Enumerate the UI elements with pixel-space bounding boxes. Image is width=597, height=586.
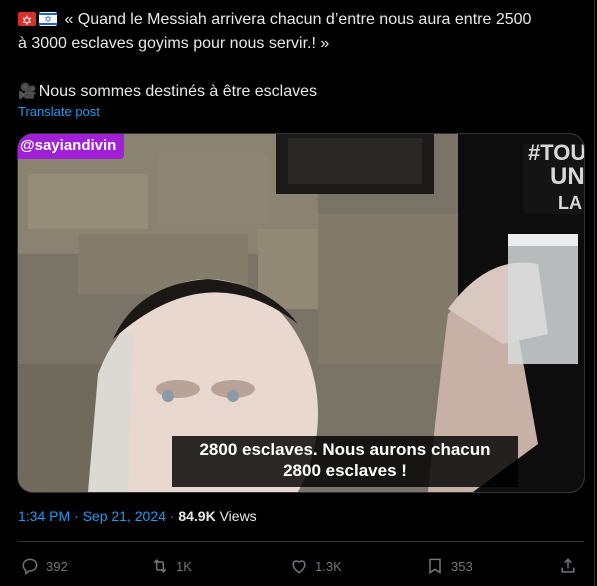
reply-count: 392 [46, 558, 68, 574]
video-media[interactable]: #TOU UN LA @sayiandivin 2800 esclaves. N… [17, 133, 585, 493]
svg-text:UN: UN [550, 163, 584, 190]
share-button[interactable] [558, 556, 584, 576]
views-count: 84.9K [178, 508, 216, 524]
post-time-link[interactable]: 1:34 PM · Sep 21, 2024 [18, 508, 166, 524]
subtitle-line-2: 2800 esclaves ! [283, 461, 407, 480]
svg-text:LA: LA [558, 193, 582, 213]
meta-separator: · [74, 508, 79, 524]
video-subtitle: 2800 esclaves. Nous aurons chacun 2800 e… [172, 436, 518, 487]
subtitle-line-1: 2800 esclaves. Nous aurons chacun [199, 440, 491, 459]
translate-post-link[interactable]: Translate post [18, 104, 100, 119]
bookmark-button[interactable]: 353 [425, 556, 473, 576]
video-camera-icon: 🎥 [18, 83, 37, 100]
tweet-line-1: ✡ « Quand le Messiah arrivera chacun d’e… [18, 8, 588, 32]
tweet-line-3: 🎥 Nous sommes destinés à être esclaves [18, 80, 588, 104]
video-handle-tag: @sayiandivin [18, 134, 125, 159]
post-meta: 1:34 PM · Sep 21, 2024 · 84.9K Views [18, 508, 257, 524]
bookmark-count: 353 [451, 558, 473, 574]
tweet-text-line-1: « Quand le Messiah arrivera chacun d’ent… [64, 11, 532, 28]
like-count: 1.3K [315, 558, 342, 574]
retweet-count: 1K [176, 558, 192, 574]
retweet-button[interactable]: 1K [150, 556, 192, 576]
tweet-text-line-2: à 3000 esclaves goyims pour nous servir.… [18, 35, 330, 52]
jewish-star-flag-icon [18, 12, 36, 26]
reply-icon [22, 558, 38, 575]
tweet-text: ✡ « Quand le Messiah arrivera chacun d’e… [18, 8, 588, 104]
retweet-icon [153, 559, 167, 573]
svg-text:#TOU: #TOU [528, 140, 584, 165]
divider [18, 541, 584, 542]
frame-border [594, 0, 595, 586]
reply-button[interactable]: 392 [20, 556, 68, 576]
action-bar: 392 1K 1.3K 353 [20, 556, 580, 580]
meta-separator-2: · [169, 508, 175, 524]
like-button[interactable]: 1.3K [289, 556, 342, 576]
israel-flag-icon: ✡ [39, 12, 57, 26]
like-icon [292, 560, 306, 574]
post-date: Sep 21, 2024 [82, 508, 166, 524]
bookmark-icon [429, 558, 441, 575]
post-time: 1:34 PM [18, 508, 71, 524]
tweet-text-line-3: Nous sommes destinés à être esclaves [38, 83, 318, 100]
views-label: Views [219, 508, 257, 524]
tweet-spacer [18, 56, 588, 80]
share-icon [561, 558, 575, 573]
